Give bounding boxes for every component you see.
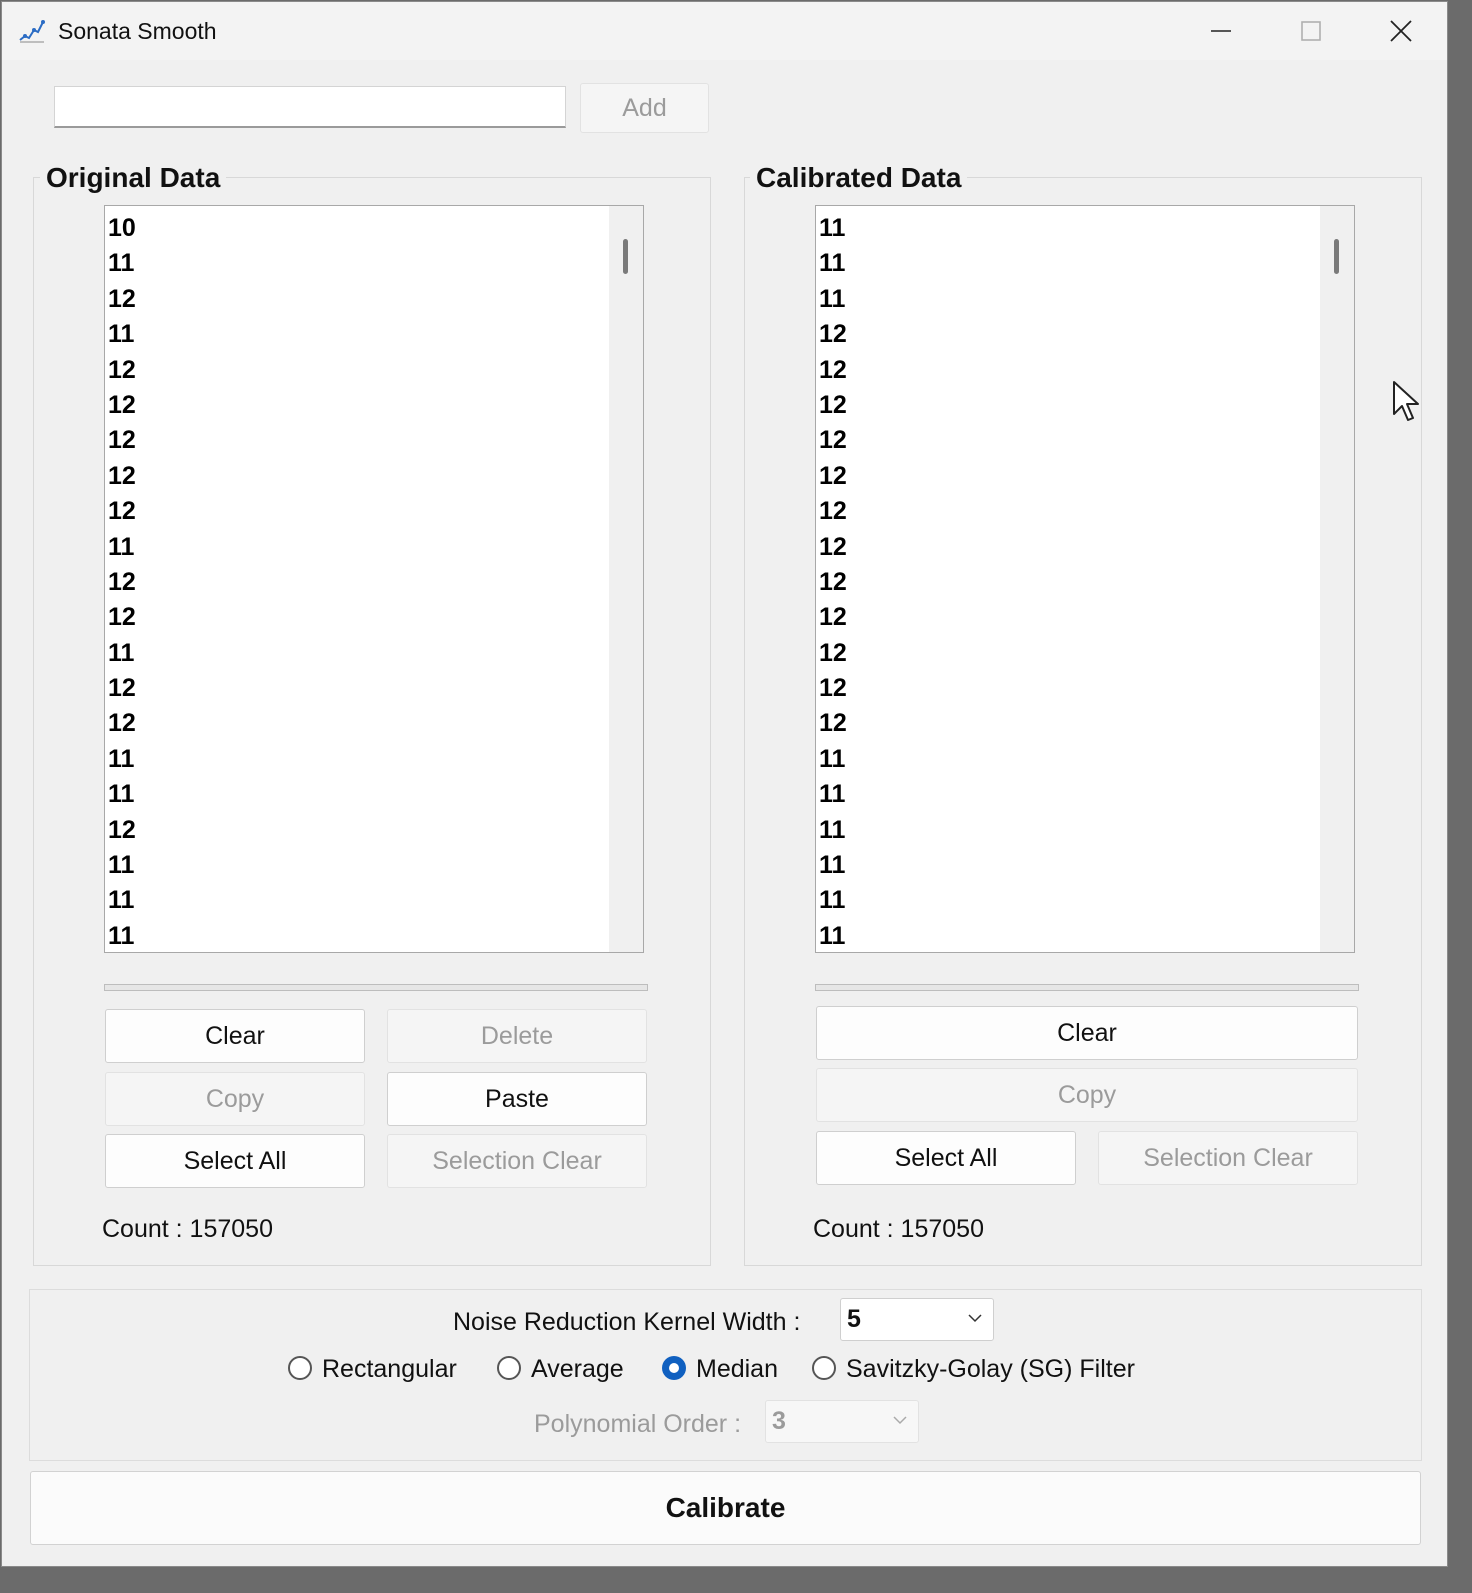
- kernel-width-label: Noise Reduction Kernel Width :: [453, 1308, 801, 1336]
- list-item[interactable]: 12: [819, 494, 847, 529]
- list-item[interactable]: 12: [819, 671, 847, 706]
- list-item[interactable]: 12: [819, 423, 847, 458]
- original-copy-button[interactable]: Copy: [105, 1072, 365, 1126]
- list-item[interactable]: 12: [108, 388, 136, 423]
- savitzky-golay-radio[interactable]: [812, 1356, 836, 1380]
- list-item[interactable]: 11: [108, 246, 136, 281]
- list-item[interactable]: 11: [108, 636, 136, 671]
- list-item[interactable]: 12: [819, 530, 847, 565]
- original-data-list[interactable]: 10 11 12 11 12 12 12 12 12 11 12 12 11 12 12 11 11 12 11 11…: [104, 205, 644, 953]
- list-item[interactable]: 12: [108, 459, 136, 494]
- list-item[interactable]: 11: [108, 317, 136, 352]
- list-item[interactable]: 11: [108, 742, 136, 777]
- list-item[interactable]: 12: [108, 671, 136, 706]
- list-item[interactable]: 11: [819, 742, 847, 777]
- original-selection-clear-button[interactable]: Selection Clear: [387, 1134, 647, 1188]
- list-item[interactable]: 12: [819, 636, 847, 671]
- kernel-width-value: 5: [847, 1305, 861, 1333]
- list-item[interactable]: 12: [108, 813, 136, 848]
- calibrated-selection-clear-button[interactable]: Selection Clear: [1098, 1131, 1358, 1185]
- list-item[interactable]: 11: [108, 848, 136, 883]
- list-item[interactable]: 12: [108, 600, 136, 635]
- list-item[interactable]: 11: [108, 777, 136, 812]
- list-item[interactable]: 12: [108, 282, 136, 317]
- close-icon: [1390, 20, 1412, 42]
- original-data-title: Original Data: [40, 159, 227, 197]
- calibrated-count: Count : 157050: [813, 1215, 984, 1243]
- original-select-all-button[interactable]: Select All: [105, 1134, 365, 1188]
- calibrated-data-title: Calibrated Data: [750, 159, 968, 197]
- polynomial-order-label: Polynomial Order :: [534, 1410, 742, 1438]
- kernel-width-dropdown[interactable]: 5: [840, 1298, 994, 1341]
- scrollbar-thumb[interactable]: [1334, 239, 1339, 274]
- original-paste-button[interactable]: Paste: [387, 1072, 647, 1126]
- calibrated-data-list[interactable]: 11 11 11 12 12 12 12 12 12 12 12 12 12 12 12 11 11 11 11 11…: [815, 205, 1355, 953]
- calibrated-items: 11 11 11 12 12 12 12 12 12 12 12 12 12 12 12 11 11 11 11 11…: [819, 211, 847, 952]
- original-scrollbar[interactable]: [609, 206, 643, 952]
- app-window: Sonata Smooth Add Original Data 10 11 12 11…: [1, 1, 1448, 1567]
- savitzky-golay-label[interactable]: Savitzky-Golay (SG) Filter: [846, 1355, 1135, 1384]
- list-item[interactable]: 11: [108, 530, 136, 565]
- calibrate-button[interactable]: Calibrate: [30, 1471, 1421, 1545]
- list-item[interactable]: 11: [819, 848, 847, 883]
- original-clear-button[interactable]: Clear: [105, 1009, 365, 1063]
- minimize-button[interactable]: [1176, 2, 1266, 60]
- rectangular-radio[interactable]: [288, 1356, 312, 1380]
- add-button[interactable]: Add: [580, 83, 709, 133]
- window-title: Sonata Smooth: [58, 18, 217, 44]
- list-item[interactable]: 12: [108, 494, 136, 529]
- list-item[interactable]: 12: [819, 388, 847, 423]
- list-item[interactable]: 12: [819, 353, 847, 388]
- list-item[interactable]: 11: [108, 883, 136, 918]
- calibrated-clear-button[interactable]: Clear: [816, 1006, 1358, 1060]
- chevron-down-icon: [893, 1416, 907, 1425]
- list-item[interactable]: 11: [819, 883, 847, 918]
- average-label[interactable]: Average: [531, 1355, 624, 1384]
- list-item[interactable]: 12: [108, 423, 136, 458]
- calibrated-select-all-button[interactable]: Select All: [816, 1131, 1076, 1185]
- original-delete-button[interactable]: Delete: [387, 1009, 647, 1063]
- maximize-icon: [1301, 21, 1321, 41]
- chart-line-icon: [19, 20, 45, 43]
- rectangular-label[interactable]: Rectangular: [322, 1355, 457, 1384]
- list-item[interactable]: 12: [108, 706, 136, 741]
- list-item[interactable]: 12: [819, 600, 847, 635]
- calibrated-progress-bar: [815, 984, 1359, 991]
- title-bar[interactable]: Sonata Smooth: [2, 2, 1447, 60]
- original-items: 10 11 12 11 12 12 12 12 12 11 12 12 11 12 12 11 11 12 11 11…: [108, 211, 136, 952]
- calibrated-copy-button[interactable]: Copy: [816, 1068, 1358, 1122]
- calibrated-scrollbar[interactable]: [1320, 206, 1354, 952]
- minimize-icon: [1211, 30, 1231, 32]
- list-item[interactable]: 12: [819, 317, 847, 352]
- maximize-button[interactable]: [1266, 2, 1356, 60]
- list-item[interactable]: 12: [819, 565, 847, 600]
- original-progress-bar: [104, 984, 648, 991]
- median-label[interactable]: Median: [696, 1355, 778, 1384]
- list-item[interactable]: 12: [819, 706, 847, 741]
- list-item[interactable]: 11: [819, 282, 847, 317]
- original-count: Count : 157050: [102, 1215, 273, 1243]
- polynomial-order-dropdown[interactable]: 3: [765, 1400, 919, 1443]
- chevron-down-icon: [968, 1314, 982, 1323]
- list-item[interactable]: 11: [819, 919, 847, 952]
- average-radio[interactable]: [497, 1356, 521, 1380]
- list-item[interactable]: 12: [819, 459, 847, 494]
- mouse-cursor-icon: [1393, 381, 1419, 421]
- list-item[interactable]: 11: [819, 211, 847, 246]
- list-item[interactable]: 11: [819, 246, 847, 281]
- scrollbar-thumb[interactable]: [623, 239, 628, 274]
- list-item[interactable]: 10: [108, 211, 136, 246]
- list-item[interactable]: 11: [819, 777, 847, 812]
- median-radio[interactable]: [662, 1356, 686, 1380]
- data-entry-input[interactable]: [54, 86, 566, 128]
- close-button[interactable]: [1356, 2, 1446, 60]
- polynomial-order-value: 3: [772, 1407, 786, 1435]
- list-item[interactable]: 11: [819, 813, 847, 848]
- list-item[interactable]: 12: [108, 565, 136, 600]
- list-item[interactable]: 11: [108, 919, 136, 952]
- list-item[interactable]: 12: [108, 353, 136, 388]
